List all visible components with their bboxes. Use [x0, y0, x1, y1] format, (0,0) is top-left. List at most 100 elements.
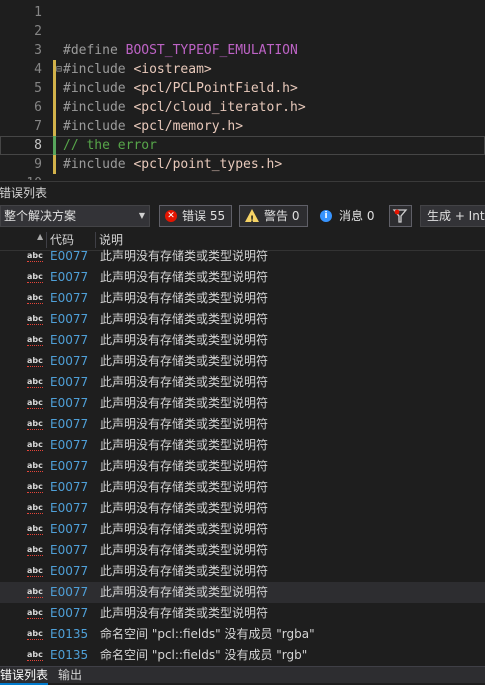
- intellisense-error-icon: abc: [27, 377, 43, 388]
- code-line[interactable]: 5 #include <pcl/PCLPointField.h>: [0, 79, 485, 98]
- sort-indicator-icon: ▲: [37, 232, 44, 241]
- code-token: #include: [63, 119, 134, 134]
- line-number: 10: [0, 174, 42, 180]
- code-token: #include: [63, 157, 134, 172]
- error-code-link[interactable]: E0077: [50, 267, 88, 288]
- error-description: 此声明没有存储类或类型说明符: [100, 396, 269, 410]
- error-code-link[interactable]: E0077: [50, 477, 88, 498]
- line-number: 8: [34, 138, 42, 153]
- warnings-filter-button[interactable]: ! 警告 0: [239, 205, 308, 227]
- error-row[interactable]: abc E0077 此声明没有存储类或类型说明符: [0, 330, 485, 351]
- code-line[interactable]: 4 ⊟ #include <iostream>: [0, 60, 485, 79]
- error-code-link[interactable]: E0077: [50, 498, 88, 519]
- chevron-down-icon: ▼: [138, 211, 145, 220]
- error-code-link[interactable]: E0077: [50, 414, 88, 435]
- error-code-link[interactable]: E0077: [50, 519, 88, 540]
- code-editor[interactable]: 1 2 3 #define BOOST_TYPEOF_EMULATION 4 ⊟ #incl…: [0, 0, 485, 180]
- error-row[interactable]: abc E0077 此声明没有存储类或类型说明符: [0, 372, 485, 393]
- intellisense-error-icon: abc: [27, 293, 43, 304]
- line-number: 5: [34, 81, 42, 96]
- error-row[interactable]: abc E0077 此声明没有存储类或类型说明符: [0, 456, 485, 477]
- code-text: #include <iostream>: [63, 60, 212, 79]
- error-table-body: abc E0077 此声明没有存储类或类型说明符 abc E0077 此声明没有存储类或类…: [0, 246, 485, 666]
- code-line[interactable]: 10: [0, 174, 485, 180]
- error-description: 命名空间 "pcl::fields" 没有成员 "rgb": [100, 648, 308, 662]
- code-text: #include <pcl/PCLPointField.h>: [63, 79, 298, 98]
- intellisense-error-icon: abc: [27, 587, 43, 598]
- intellisense-error-icon: abc: [27, 650, 43, 661]
- error-row[interactable]: abc E0077 此声明没有存储类或类型说明符: [0, 435, 485, 456]
- error-row[interactable]: abc E0077 此声明没有存储类或类型说明符: [0, 498, 485, 519]
- code-line[interactable]: 1: [0, 3, 485, 22]
- error-code-link[interactable]: E0135: [50, 624, 88, 645]
- error-code-link[interactable]: E0077: [50, 540, 88, 561]
- filter-button[interactable]: [389, 205, 412, 227]
- error-code-link[interactable]: E0077: [50, 330, 88, 351]
- error-row[interactable]: abc E0077 此声明没有存储类或类型说明符: [0, 519, 485, 540]
- code-line[interactable]: 6 #include <pcl/cloud_iterator.h>: [0, 98, 485, 117]
- error-description: 此声明没有存储类或类型说明符: [100, 417, 269, 431]
- error-code-link[interactable]: E0077: [50, 582, 88, 603]
- error-row[interactable]: abc E0077 此声明没有存储类或类型说明符: [0, 351, 485, 372]
- error-code-link[interactable]: E0077: [50, 288, 88, 309]
- error-description: 此声明没有存储类或类型说明符: [100, 333, 269, 347]
- tab-error-list[interactable]: 错误列表: [0, 667, 49, 685]
- code-line[interactable]: 7 #include <pcl/memory.h>: [0, 117, 485, 136]
- code-token: <iostream>: [133, 62, 212, 77]
- intellisense-error-icon: abc: [27, 608, 43, 619]
- code-token: #include: [63, 100, 134, 115]
- change-marker: [53, 155, 56, 174]
- error-code-link[interactable]: E0077: [50, 246, 88, 267]
- code-line[interactable]: 8 // the error: [0, 136, 485, 155]
- error-description: 此声明没有存储类或类型说明符: [100, 249, 269, 263]
- error-row[interactable]: abc E0077 此声明没有存储类或类型说明符: [0, 309, 485, 330]
- fold-toggle-icon[interactable]: ⊟: [56, 60, 62, 79]
- change-marker: [53, 136, 56, 155]
- error-row[interactable]: abc E0077 此声明没有存储类或类型说明符: [0, 393, 485, 414]
- error-row[interactable]: abc E0077 此声明没有存储类或类型说明符: [0, 288, 485, 309]
- code-line[interactable]: 9 #include <pcl/point_types.h>: [0, 155, 485, 174]
- funnel-icon: [392, 209, 408, 223]
- error-row[interactable]: abc E0077 此声明没有存储类或类型说明符: [0, 477, 485, 498]
- intellisense-error-icon: abc: [27, 356, 43, 367]
- scope-dropdown[interactable]: 整个解决方案 ▼: [0, 205, 150, 227]
- error-code-link[interactable]: E0135: [50, 645, 88, 666]
- code-line[interactable]: 2: [0, 22, 485, 41]
- error-row[interactable]: abc E0077 此声明没有存储类或类型说明符: [0, 540, 485, 561]
- line-number: 1: [34, 5, 42, 20]
- line-number: 2: [34, 24, 42, 39]
- error-row[interactable]: abc E0077 此声明没有存储类或类型说明符: [0, 582, 485, 603]
- error-row[interactable]: abc E0077 此声明没有存储类或类型说明符: [0, 561, 485, 582]
- code-token: <pcl/point_types.h>: [133, 157, 283, 172]
- intellisense-error-icon: abc: [27, 482, 43, 493]
- error-row[interactable]: abc E0077 此声明没有存储类或类型说明符: [0, 603, 485, 624]
- error-code-link[interactable]: E0077: [50, 456, 88, 477]
- error-description: 此声明没有存储类或类型说明符: [100, 606, 269, 620]
- tab-output[interactable]: 输出: [58, 667, 82, 683]
- error-description: 此声明没有存储类或类型说明符: [100, 312, 269, 326]
- messages-filter-button[interactable]: i 消息 0: [316, 205, 380, 227]
- error-row[interactable]: abc E0077 此声明没有存储类或类型说明符: [0, 246, 485, 267]
- errors-filter-button[interactable]: ✕ 错误 55: [159, 205, 232, 227]
- error-code-link[interactable]: E0077: [50, 351, 88, 372]
- error-code-link[interactable]: E0077: [50, 435, 88, 456]
- error-description: 此声明没有存储类或类型说明符: [100, 291, 269, 305]
- build-source-dropdown[interactable]: 生成 + IntelliSense: [420, 205, 485, 227]
- error-code-link[interactable]: E0077: [50, 603, 88, 624]
- error-code-link[interactable]: E0077: [50, 561, 88, 582]
- intellisense-error-icon: abc: [27, 398, 43, 409]
- line-number: 3: [34, 43, 42, 58]
- error-list-toolbar: 整个解决方案 ▼ ✕ 错误 55 ! 警告 0 i 消息 0 生成 + Inte…: [0, 203, 485, 229]
- error-description: 此声明没有存储类或类型说明符: [100, 543, 269, 557]
- error-code-link[interactable]: E0077: [50, 372, 88, 393]
- error-row[interactable]: abc E0077 此声明没有存储类或类型说明符: [0, 267, 485, 288]
- intellisense-error-icon: abc: [27, 440, 43, 451]
- error-row[interactable]: abc E0077 此声明没有存储类或类型说明符: [0, 414, 485, 435]
- info-icon: i: [320, 210, 332, 222]
- error-code-link[interactable]: E0077: [50, 309, 88, 330]
- error-code-link[interactable]: E0077: [50, 393, 88, 414]
- line-number: 7: [34, 119, 42, 134]
- code-line[interactable]: 3 #define BOOST_TYPEOF_EMULATION: [0, 41, 485, 60]
- error-row[interactable]: abc E0135 命名空间 "pcl::fields" 没有成员 "rgba": [0, 624, 485, 645]
- error-row[interactable]: abc E0135 命名空间 "pcl::fields" 没有成员 "rgb": [0, 645, 485, 666]
